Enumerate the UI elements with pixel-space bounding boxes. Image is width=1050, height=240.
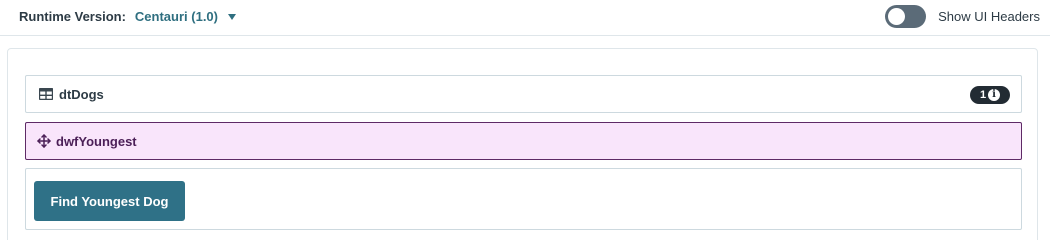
runtime-version-value[interactable]: Centauri (1.0) [135,9,218,24]
table-icon [39,88,53,100]
table-panel-title: dtDogs [59,86,104,102]
show-ui-headers-label: Show UI Headers [938,9,1040,24]
info-icon: i [988,89,1001,101]
show-ui-headers-toggle[interactable] [885,5,927,28]
dataflow-panel-dwfyoungest[interactable]: dwfYoungest [25,122,1022,160]
runtime-version-label: Runtime Version: [19,9,126,24]
find-youngest-dog-button[interactable]: Find Youngest Dog [34,181,185,221]
top-bar: Runtime Version: Centauri (1.0) Show UI … [0,0,1050,36]
action-panel: Find Youngest Dog [25,168,1022,230]
record-count-badge[interactable]: 1 i [970,86,1010,104]
table-panel-dtdogs[interactable]: dtDogs 1 i [25,75,1022,113]
dataflow-panel-title: dwfYoungest [56,133,137,149]
runtime-version-selector[interactable]: Runtime Version: Centauri (1.0) [19,9,236,24]
chevron-down-icon[interactable] [228,13,236,20]
app-canvas: dtDogs 1 i dwfYoungest Find Youngest Dog [7,48,1038,240]
show-ui-headers-control: Show UI Headers [885,5,1040,28]
move-icon [37,134,51,148]
toggle-knob [888,8,906,25]
record-count: 1 [979,89,987,101]
